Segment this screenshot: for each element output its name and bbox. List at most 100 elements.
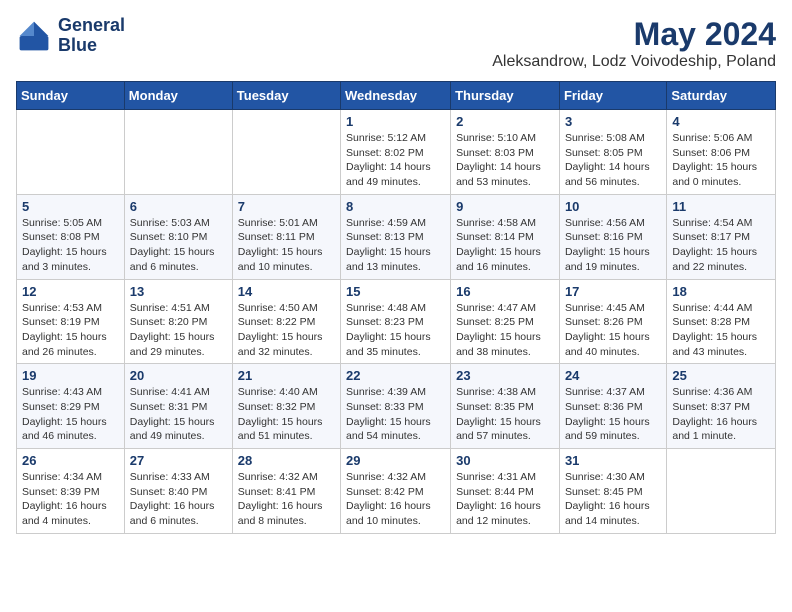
- calendar-cell: [232, 110, 340, 195]
- day-number: 20: [130, 368, 227, 383]
- day-info: Sunrise: 4:56 AM Sunset: 8:16 PM Dayligh…: [565, 216, 661, 275]
- day-info: Sunrise: 4:51 AM Sunset: 8:20 PM Dayligh…: [130, 301, 227, 360]
- day-info: Sunrise: 4:38 AM Sunset: 8:35 PM Dayligh…: [456, 385, 554, 444]
- calendar-cell: 14 Sunrise: 4:50 AM Sunset: 8:22 PM Dayli…: [232, 279, 340, 364]
- day-info: Sunrise: 4:53 AM Sunset: 8:19 PM Dayligh…: [22, 301, 119, 360]
- calendar-cell: [124, 110, 232, 195]
- weekday-header-saturday: Saturday: [667, 82, 776, 110]
- day-info: Sunrise: 5:08 AM Sunset: 8:05 PM Dayligh…: [565, 131, 661, 190]
- day-number: 25: [672, 368, 770, 383]
- day-number: 13: [130, 284, 227, 299]
- day-number: 27: [130, 453, 227, 468]
- day-info: Sunrise: 4:34 AM Sunset: 8:39 PM Dayligh…: [22, 470, 119, 529]
- weekday-header-friday: Friday: [559, 82, 666, 110]
- day-info: Sunrise: 4:36 AM Sunset: 8:37 PM Dayligh…: [672, 385, 770, 444]
- calendar-week-row: 5Sunrise: 5:05 AM Sunset: 8:08 PM Daylig…: [17, 194, 776, 279]
- calendar-cell: 26 Sunrise: 4:34 AM Sunset: 8:39 PM Dayli…: [17, 449, 125, 534]
- calendar-cell: 6 Sunrise: 5:03 AM Sunset: 8:10 PM Daylig…: [124, 194, 232, 279]
- calendar-cell: 5Sunrise: 5:05 AM Sunset: 8:08 PM Daylig…: [17, 194, 125, 279]
- calendar-cell: 4 Sunrise: 5:06 AM Sunset: 8:06 PM Daylig…: [667, 110, 776, 195]
- calendar-week-row: 26 Sunrise: 4:34 AM Sunset: 8:39 PM Dayli…: [17, 449, 776, 534]
- calendar-cell: 12 Sunrise: 4:53 AM Sunset: 8:19 PM Dayli…: [17, 279, 125, 364]
- calendar-week-row: 19 Sunrise: 4:43 AM Sunset: 8:29 PM Dayli…: [17, 364, 776, 449]
- day-number: 26: [22, 453, 119, 468]
- page-header: General Blue May 2024 Aleksandrow, Lodz …: [16, 16, 776, 71]
- calendar-cell: 1 Sunrise: 5:12 AM Sunset: 8:02 PM Daylig…: [341, 110, 451, 195]
- calendar-cell: 22 Sunrise: 4:39 AM Sunset: 8:33 PM Dayli…: [341, 364, 451, 449]
- calendar-cell: 13 Sunrise: 4:51 AM Sunset: 8:20 PM Dayli…: [124, 279, 232, 364]
- day-info: Sunrise: 4:54 AM Sunset: 8:17 PM Dayligh…: [672, 216, 770, 275]
- weekday-header-row: SundayMondayTuesdayWednesdayThursdayFrid…: [17, 82, 776, 110]
- day-info: Sunrise: 5:03 AM Sunset: 8:10 PM Dayligh…: [130, 216, 227, 275]
- logo-icon: [16, 18, 52, 54]
- day-number: 10: [565, 199, 661, 214]
- day-number: 12: [22, 284, 119, 299]
- day-number: 5: [22, 199, 119, 214]
- day-number: 30: [456, 453, 554, 468]
- day-number: 29: [346, 453, 445, 468]
- day-number: 31: [565, 453, 661, 468]
- calendar-cell: [667, 449, 776, 534]
- day-number: 1: [346, 114, 445, 129]
- day-number: 19: [22, 368, 119, 383]
- title-area: May 2024 Aleksandrow, Lodz Voivodeship, …: [492, 16, 776, 71]
- day-info: Sunrise: 4:37 AM Sunset: 8:36 PM Dayligh…: [565, 385, 661, 444]
- day-number: 23: [456, 368, 554, 383]
- calendar-cell: 10 Sunrise: 4:56 AM Sunset: 8:16 PM Dayli…: [559, 194, 666, 279]
- day-number: 18: [672, 284, 770, 299]
- day-number: 4: [672, 114, 770, 129]
- day-info: Sunrise: 4:33 AM Sunset: 8:40 PM Dayligh…: [130, 470, 227, 529]
- calendar-cell: [17, 110, 125, 195]
- day-info: Sunrise: 4:59 AM Sunset: 8:13 PM Dayligh…: [346, 216, 445, 275]
- day-info: Sunrise: 4:58 AM Sunset: 8:14 PM Dayligh…: [456, 216, 554, 275]
- day-number: 22: [346, 368, 445, 383]
- day-info: Sunrise: 4:39 AM Sunset: 8:33 PM Dayligh…: [346, 385, 445, 444]
- day-number: 15: [346, 284, 445, 299]
- weekday-header-wednesday: Wednesday: [341, 82, 451, 110]
- calendar-cell: 21Sunrise: 4:40 AM Sunset: 8:32 PM Dayli…: [232, 364, 340, 449]
- calendar-cell: 23 Sunrise: 4:38 AM Sunset: 8:35 PM Dayli…: [451, 364, 560, 449]
- calendar-cell: 18 Sunrise: 4:44 AM Sunset: 8:28 PM Dayli…: [667, 279, 776, 364]
- calendar-cell: 9Sunrise: 4:58 AM Sunset: 8:14 PM Daylig…: [451, 194, 560, 279]
- calendar-week-row: 1 Sunrise: 5:12 AM Sunset: 8:02 PM Daylig…: [17, 110, 776, 195]
- weekday-header-monday: Monday: [124, 82, 232, 110]
- day-number: 7: [238, 199, 335, 214]
- day-number: 6: [130, 199, 227, 214]
- weekday-header-sunday: Sunday: [17, 82, 125, 110]
- day-info: Sunrise: 4:45 AM Sunset: 8:26 PM Dayligh…: [565, 301, 661, 360]
- day-info: Sunrise: 4:30 AM Sunset: 8:45 PM Dayligh…: [565, 470, 661, 529]
- calendar-cell: 27 Sunrise: 4:33 AM Sunset: 8:40 PM Dayli…: [124, 449, 232, 534]
- day-info: Sunrise: 5:06 AM Sunset: 8:06 PM Dayligh…: [672, 131, 770, 190]
- calendar-cell: 16Sunrise: 4:47 AM Sunset: 8:25 PM Dayli…: [451, 279, 560, 364]
- day-number: 8: [346, 199, 445, 214]
- weekday-header-thursday: Thursday: [451, 82, 560, 110]
- calendar-cell: 15Sunrise: 4:48 AM Sunset: 8:23 PM Dayli…: [341, 279, 451, 364]
- day-info: Sunrise: 4:31 AM Sunset: 8:44 PM Dayligh…: [456, 470, 554, 529]
- calendar-cell: 7 Sunrise: 5:01 AM Sunset: 8:11 PM Daylig…: [232, 194, 340, 279]
- calendar-cell: 30 Sunrise: 4:31 AM Sunset: 8:44 PM Dayli…: [451, 449, 560, 534]
- calendar-title: May 2024: [492, 16, 776, 53]
- day-info: Sunrise: 5:12 AM Sunset: 8:02 PM Dayligh…: [346, 131, 445, 190]
- calendar-cell: 3Sunrise: 5:08 AM Sunset: 8:05 PM Daylig…: [559, 110, 666, 195]
- calendar-cell: 24Sunrise: 4:37 AM Sunset: 8:36 PM Dayli…: [559, 364, 666, 449]
- calendar-cell: 17Sunrise: 4:45 AM Sunset: 8:26 PM Dayli…: [559, 279, 666, 364]
- day-number: 28: [238, 453, 335, 468]
- calendar-cell: 25 Sunrise: 4:36 AM Sunset: 8:37 PM Dayli…: [667, 364, 776, 449]
- day-info: Sunrise: 4:41 AM Sunset: 8:31 PM Dayligh…: [130, 385, 227, 444]
- calendar-cell: 28 Sunrise: 4:32 AM Sunset: 8:41 PM Dayli…: [232, 449, 340, 534]
- calendar-cell: 31 Sunrise: 4:30 AM Sunset: 8:45 PM Dayli…: [559, 449, 666, 534]
- logo-text: General Blue: [58, 16, 125, 56]
- day-info: Sunrise: 4:44 AM Sunset: 8:28 PM Dayligh…: [672, 301, 770, 360]
- day-info: Sunrise: 5:10 AM Sunset: 8:03 PM Dayligh…: [456, 131, 554, 190]
- logo: General Blue: [16, 16, 125, 56]
- day-info: Sunrise: 4:43 AM Sunset: 8:29 PM Dayligh…: [22, 385, 119, 444]
- day-info: Sunrise: 4:32 AM Sunset: 8:41 PM Dayligh…: [238, 470, 335, 529]
- day-number: 11: [672, 199, 770, 214]
- day-info: Sunrise: 4:47 AM Sunset: 8:25 PM Dayligh…: [456, 301, 554, 360]
- day-info: Sunrise: 4:50 AM Sunset: 8:22 PM Dayligh…: [238, 301, 335, 360]
- day-number: 14: [238, 284, 335, 299]
- calendar-cell: 20 Sunrise: 4:41 AM Sunset: 8:31 PM Dayli…: [124, 364, 232, 449]
- day-info: Sunrise: 5:01 AM Sunset: 8:11 PM Dayligh…: [238, 216, 335, 275]
- calendar-cell: 19 Sunrise: 4:43 AM Sunset: 8:29 PM Dayli…: [17, 364, 125, 449]
- calendar-week-row: 12 Sunrise: 4:53 AM Sunset: 8:19 PM Dayli…: [17, 279, 776, 364]
